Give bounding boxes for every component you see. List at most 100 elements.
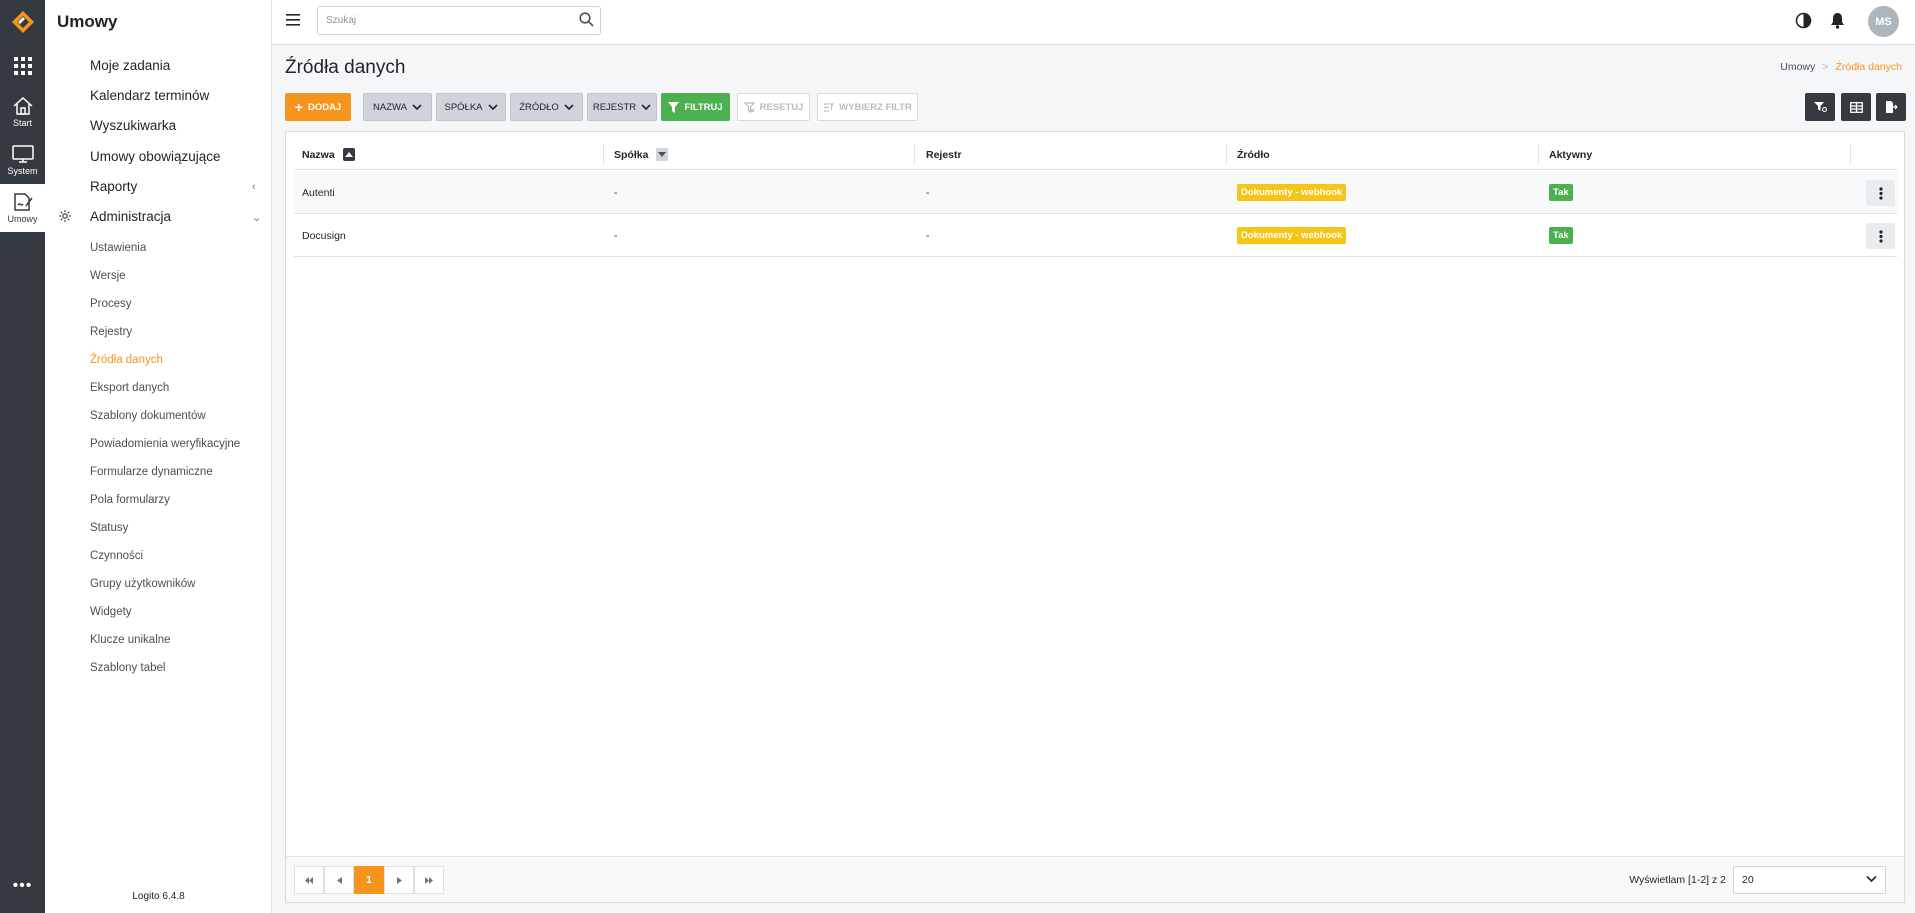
sidebar-item-moje-zadania[interactable]: Moje zadania — [90, 58, 170, 73]
sidebar-subitem[interactable]: Pola formularzy — [90, 494, 170, 506]
sort-descending-icon[interactable] — [656, 148, 669, 161]
filter-nazwa-dropdown[interactable]: NAZWA — [363, 93, 432, 121]
rail-item-label: Umowy — [7, 214, 38, 224]
rail-item-umowy[interactable]: Umowy — [0, 184, 45, 232]
column-header-aktywny[interactable]: Aktywny — [1549, 139, 1592, 170]
sidebar-subitem[interactable]: Klucze unikalne — [90, 634, 171, 646]
plus-icon: + — [294, 99, 303, 115]
sidebar-subitem[interactable]: Szablony dokumentów — [90, 410, 206, 422]
row-actions-button[interactable] — [1866, 180, 1895, 206]
filter-label: NAZWA — [373, 101, 407, 113]
sidebar-subitem[interactable]: Grupy użytkowników — [90, 578, 195, 590]
page-size-select[interactable]: 20 — [1733, 866, 1886, 894]
breadcrumb-current: Źródła danych — [1835, 61, 1902, 73]
filter-label: SPÓŁKA — [444, 101, 483, 113]
sidebar-subitem[interactable]: Formularze dynamiczne — [90, 466, 213, 478]
column-header-label: Spółka — [614, 148, 649, 161]
sidebar-subitem[interactable]: Ustawienia — [90, 242, 146, 254]
last-page-button[interactable] — [414, 866, 444, 894]
breadcrumb-root[interactable]: Umowy — [1780, 61, 1815, 73]
chevron-down-icon — [564, 103, 574, 110]
search-input[interactable] — [318, 7, 558, 34]
app-logo[interactable] — [0, 0, 45, 43]
sidebar-subitem-active[interactable]: Źródła danych — [90, 354, 163, 366]
sidebar-subitem[interactable]: Procesy — [90, 298, 132, 310]
rail-item-label: Start — [12, 118, 32, 128]
sidebar-subitem[interactable]: Eksport danych — [90, 382, 169, 394]
data-table-panel: Nazwa Spółka Rejestr Źródło Aktywny Aute… — [285, 131, 1905, 903]
cell-spolka: - — [614, 186, 618, 199]
funnel-icon — [668, 101, 680, 113]
filter-apply-button[interactable]: FILTRUJ — [661, 93, 730, 121]
next-page-button[interactable] — [384, 866, 414, 894]
sidebar-subitem[interactable]: Statusy — [90, 522, 128, 534]
add-button[interactable]: + DODAJ — [285, 93, 351, 121]
table-row[interactable]: Autenti - - Dokumenty - webhook Tak — [294, 171, 1897, 214]
filter-settings-button[interactable] — [1805, 93, 1835, 121]
choose-filter-button[interactable]: WYBIERZ FILTR — [817, 93, 918, 121]
filter-rejestr-dropdown[interactable]: REJESTR — [587, 93, 657, 121]
sidebar-subitem[interactable]: Powiadomienia weryfikacyjne — [90, 438, 240, 450]
sidebar-subitem[interactable]: Rejestry — [90, 326, 132, 338]
kebab-menu-icon — [1878, 186, 1883, 200]
first-page-button[interactable] — [294, 866, 324, 894]
sidebar-subitem[interactable]: Szablony tabel — [90, 662, 165, 674]
chevron-down-icon — [412, 103, 422, 110]
filter-label: REJESTR — [592, 101, 637, 113]
sort-ascending-icon[interactable] — [342, 148, 355, 161]
funnel-off-icon — [743, 101, 755, 113]
sidebar-item-administracja[interactable]: Administracja — [90, 209, 171, 224]
column-header-label: Nazwa — [302, 148, 335, 161]
avatar[interactable]: MS — [1868, 6, 1899, 37]
search-box — [317, 6, 601, 35]
sidebar-item-umowy-obowiazujace[interactable]: Umowy obowiązujące — [90, 149, 221, 164]
sidebar: Umowy Moje zadania Kalendarz terminów Wy… — [45, 0, 272, 913]
page-size-value: 20 — [1742, 874, 1754, 886]
column-divider — [603, 144, 604, 165]
kebab-menu-icon — [1878, 229, 1883, 243]
search-icon[interactable] — [579, 12, 594, 27]
sidebar-item-wyszukiwarka[interactable]: Wyszukiwarka — [90, 118, 176, 133]
breadcrumb-separator: > — [1822, 61, 1829, 73]
table-view-button[interactable] — [1841, 93, 1871, 121]
bell-icon[interactable] — [1830, 12, 1845, 29]
table-row[interactable]: Docusign - - Dokumenty - webhook Tak — [294, 214, 1897, 257]
column-header-zrodlo[interactable]: Źródło — [1237, 139, 1270, 170]
monitor-icon — [11, 145, 34, 163]
chevron-down-icon — [487, 103, 498, 110]
add-button-label: DODAJ — [307, 101, 342, 113]
sidebar-subitem[interactable]: Czynności — [90, 550, 143, 562]
column-header-nazwa[interactable]: Nazwa — [302, 139, 355, 170]
sidebar-subitem[interactable]: Wersje — [90, 270, 126, 282]
reset-button[interactable]: RESETUJ — [737, 93, 810, 121]
row-actions-button[interactable] — [1866, 223, 1895, 249]
choose-filter-label: WYBIERZ FILTR — [839, 101, 912, 113]
chevron-down-icon: ⌄ — [252, 212, 262, 224]
previous-page-button[interactable] — [324, 866, 354, 894]
app-version: Logito 6.4.8 — [132, 891, 185, 902]
funnel-gear-icon — [1813, 102, 1827, 113]
column-divider — [914, 144, 915, 165]
sidebar-item-raporty[interactable]: Raporty — [90, 179, 137, 194]
more-icon[interactable]: ••• — [0, 877, 45, 895]
export-button[interactable] — [1876, 93, 1906, 121]
contrast-toggle-icon[interactable] — [1795, 12, 1812, 29]
chevron-down-icon — [1866, 875, 1877, 883]
filter-spolka-dropdown[interactable]: SPÓŁKA — [436, 93, 506, 121]
rail-item-label: System — [7, 166, 38, 176]
hamburger-menu-icon[interactable] — [286, 14, 300, 26]
apps-grid-button[interactable] — [0, 43, 45, 88]
table-header: Nazwa Spółka Rejestr Źródło Aktywny — [294, 139, 1897, 170]
rail-item-start[interactable]: Start — [0, 88, 45, 136]
filter-zrodlo-dropdown[interactable]: ŹRÓDŁO — [510, 93, 583, 121]
cell-spolka: - — [614, 229, 618, 242]
contract-icon — [13, 193, 33, 211]
sidebar-item-kalendarz[interactable]: Kalendarz terminów — [90, 88, 209, 103]
rail-item-system[interactable]: System — [0, 136, 45, 184]
page-button-current[interactable]: 1 — [354, 866, 384, 894]
column-header-spolka[interactable]: Spółka — [614, 139, 669, 170]
app-rail: Start System Umowy ••• — [0, 0, 45, 913]
column-header-rejestr[interactable]: Rejestr — [926, 139, 962, 170]
chevron-left-icon — [336, 876, 342, 884]
sidebar-subitem[interactable]: Widgety — [90, 606, 132, 618]
